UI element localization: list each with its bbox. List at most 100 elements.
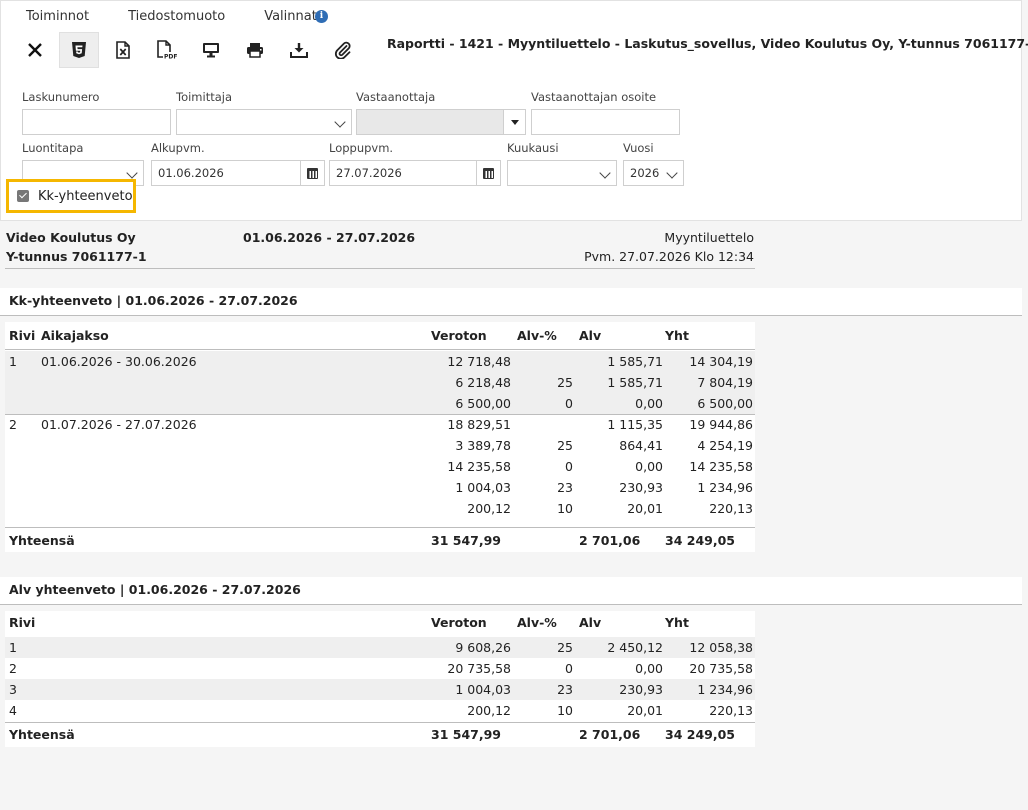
recipient-combobox[interactable] bbox=[356, 109, 526, 135]
cell-total: 14 235,58 bbox=[689, 459, 753, 474]
year-select[interactable]: 2026 bbox=[623, 160, 684, 186]
period-separator: - bbox=[326, 230, 332, 245]
end-date-input[interactable]: 27.07.2026 bbox=[329, 160, 501, 186]
cell-vat: 20,01 bbox=[627, 703, 663, 718]
total-vat: 2 701,06 bbox=[579, 533, 641, 548]
menu-options[interactable]: Valinnat bbox=[264, 8, 317, 26]
cell-vat: 0,00 bbox=[635, 396, 663, 411]
menu-file-format[interactable]: Tiedostomuoto bbox=[128, 8, 225, 26]
period-start: 01.06.2026 bbox=[243, 230, 323, 245]
html-export-button[interactable] bbox=[59, 32, 99, 68]
cell-vat-pct: 25 bbox=[557, 375, 573, 390]
checkbox-checked-icon[interactable] bbox=[17, 190, 29, 202]
invoice-number-input[interactable] bbox=[22, 109, 171, 135]
excel-export-button[interactable] bbox=[103, 32, 143, 68]
cell-net: 3 389,78 bbox=[455, 438, 511, 453]
recipient-address-label: Vastaanottajan osoite bbox=[531, 90, 657, 104]
start-date-label: Alkupvm. bbox=[151, 141, 205, 155]
col-vat-pct-header: Alv-% bbox=[517, 328, 557, 343]
cell-vat-pct: 23 bbox=[557, 682, 573, 697]
cell-total: 1 234,96 bbox=[697, 682, 753, 697]
calendar-button[interactable] bbox=[300, 161, 324, 185]
monthly-summary-toggle[interactable]: Kk-yhteenveto bbox=[6, 179, 136, 213]
business-id: Y-tunnus 7061177-1 bbox=[6, 249, 147, 264]
cell-vat: 230,93 bbox=[619, 682, 663, 697]
period-end: 27.07.2026 bbox=[336, 230, 416, 245]
dropdown-arrow-icon[interactable] bbox=[503, 110, 525, 134]
monitor-icon bbox=[203, 43, 219, 58]
attach-button[interactable] bbox=[323, 32, 363, 68]
cell-row: 4 bbox=[9, 703, 17, 718]
cell-net: 6 218,48 bbox=[455, 375, 511, 390]
table-row: 1 9 608,26 25 2 450,12 12 058,38 bbox=[5, 637, 755, 658]
download-button[interactable] bbox=[279, 32, 319, 68]
supplier-select[interactable] bbox=[176, 109, 352, 135]
cell-total: 6 500,00 bbox=[697, 396, 753, 411]
cell-vat-pct: 23 bbox=[557, 480, 573, 495]
col-vat-header: Alv bbox=[579, 615, 602, 630]
cell-row: 1 bbox=[9, 354, 17, 369]
print-icon bbox=[247, 43, 263, 58]
options-info-icon[interactable]: i bbox=[315, 10, 328, 23]
year-label: Vuosi bbox=[623, 141, 654, 155]
col-total-header: Yht bbox=[665, 328, 689, 343]
month-select[interactable] bbox=[507, 160, 617, 186]
col-vat-pct-header: Alv-% bbox=[517, 615, 557, 630]
close-button[interactable] bbox=[15, 32, 55, 68]
cell-vat: 0,00 bbox=[635, 459, 663, 474]
cell-total: 4 254,19 bbox=[697, 438, 753, 453]
monthly-summary-table: Rivi Aikajakso Veroton Alv-% Alv Yht 1 01… bbox=[5, 322, 755, 552]
cell-vat: 1 115,35 bbox=[607, 417, 663, 432]
menubar: Toiminnot Tiedostomuoto Valinnat i bbox=[26, 8, 356, 26]
table-row: 4 200,12 10 20,01 220,13 bbox=[5, 700, 755, 721]
cell-vat-pct: 10 bbox=[557, 703, 573, 718]
report-period: 01.06.2026 - 27.07.2026 bbox=[243, 230, 415, 245]
menu-actions[interactable]: Toiminnot bbox=[26, 8, 89, 26]
col-row-header: Rivi bbox=[9, 328, 36, 343]
chevron-down-icon bbox=[599, 167, 611, 179]
start-date-value: 01.06.2026 bbox=[158, 166, 224, 180]
calendar-button[interactable] bbox=[476, 161, 500, 185]
end-date-label: Loppupvm. bbox=[329, 141, 394, 155]
table-row: 14 235,58 0 0,00 14 235,58 bbox=[5, 456, 755, 477]
print-button[interactable] bbox=[235, 32, 275, 68]
report-toolbar-panel: Toiminnot Tiedostomuoto Valinnat i PDF R… bbox=[0, 0, 1028, 221]
cell-net: 1 004,03 bbox=[455, 682, 511, 697]
calendar-icon bbox=[483, 167, 494, 179]
end-date-value: 27.07.2026 bbox=[336, 166, 402, 180]
total-row: Yhteensä 31 547,99 2 701,06 34 249,05 bbox=[5, 724, 755, 745]
chevron-down-icon bbox=[666, 167, 678, 179]
total-net: 31 547,99 bbox=[431, 533, 501, 548]
col-vat-header: Alv bbox=[579, 328, 602, 343]
screen-view-button[interactable] bbox=[191, 32, 231, 68]
total-vat: 2 701,06 bbox=[579, 727, 641, 742]
pdf-export-button[interactable]: PDF bbox=[147, 32, 187, 68]
cell-total: 20 735,58 bbox=[689, 661, 753, 676]
pdf-icon: PDF bbox=[157, 40, 177, 60]
excel-icon bbox=[116, 41, 130, 59]
cell-net: 12 718,48 bbox=[447, 354, 511, 369]
total-label: Yhteensä bbox=[9, 533, 75, 548]
cell-period: 01.07.2026 - 27.07.2026 bbox=[41, 417, 197, 432]
cell-row: 2 bbox=[9, 661, 17, 676]
total-net: 31 547,99 bbox=[431, 727, 501, 742]
cell-net: 18 829,51 bbox=[447, 417, 511, 432]
invoice-number-label: Laskunumero bbox=[22, 90, 100, 104]
cell-row: 3 bbox=[9, 682, 17, 697]
total-divider bbox=[5, 722, 755, 723]
svg-text:PDF: PDF bbox=[164, 54, 177, 61]
report-name: Myyntiluettelo bbox=[664, 230, 754, 245]
report-title-text: Raportti - 1421 - Myyntiluettelo - Lasku… bbox=[387, 36, 1028, 51]
vat-summary-title: Alv yhteenveto | 01.06.2026 - 27.07.2026 bbox=[0, 577, 1022, 605]
total-sum: 34 249,05 bbox=[665, 727, 735, 742]
close-icon bbox=[28, 43, 42, 57]
start-date-input[interactable]: 01.06.2026 bbox=[151, 160, 325, 186]
cell-net: 9 608,26 bbox=[455, 640, 511, 655]
creation-method-label: Luontitapa bbox=[22, 141, 84, 155]
recipient-address-input[interactable] bbox=[531, 109, 680, 135]
cell-vat: 1 585,71 bbox=[607, 354, 663, 369]
cell-net: 6 500,00 bbox=[455, 396, 511, 411]
monthly-summary-label: Kk-yhteenveto bbox=[38, 188, 133, 204]
chevron-down-icon bbox=[126, 167, 138, 179]
cell-total: 14 304,19 bbox=[689, 354, 753, 369]
